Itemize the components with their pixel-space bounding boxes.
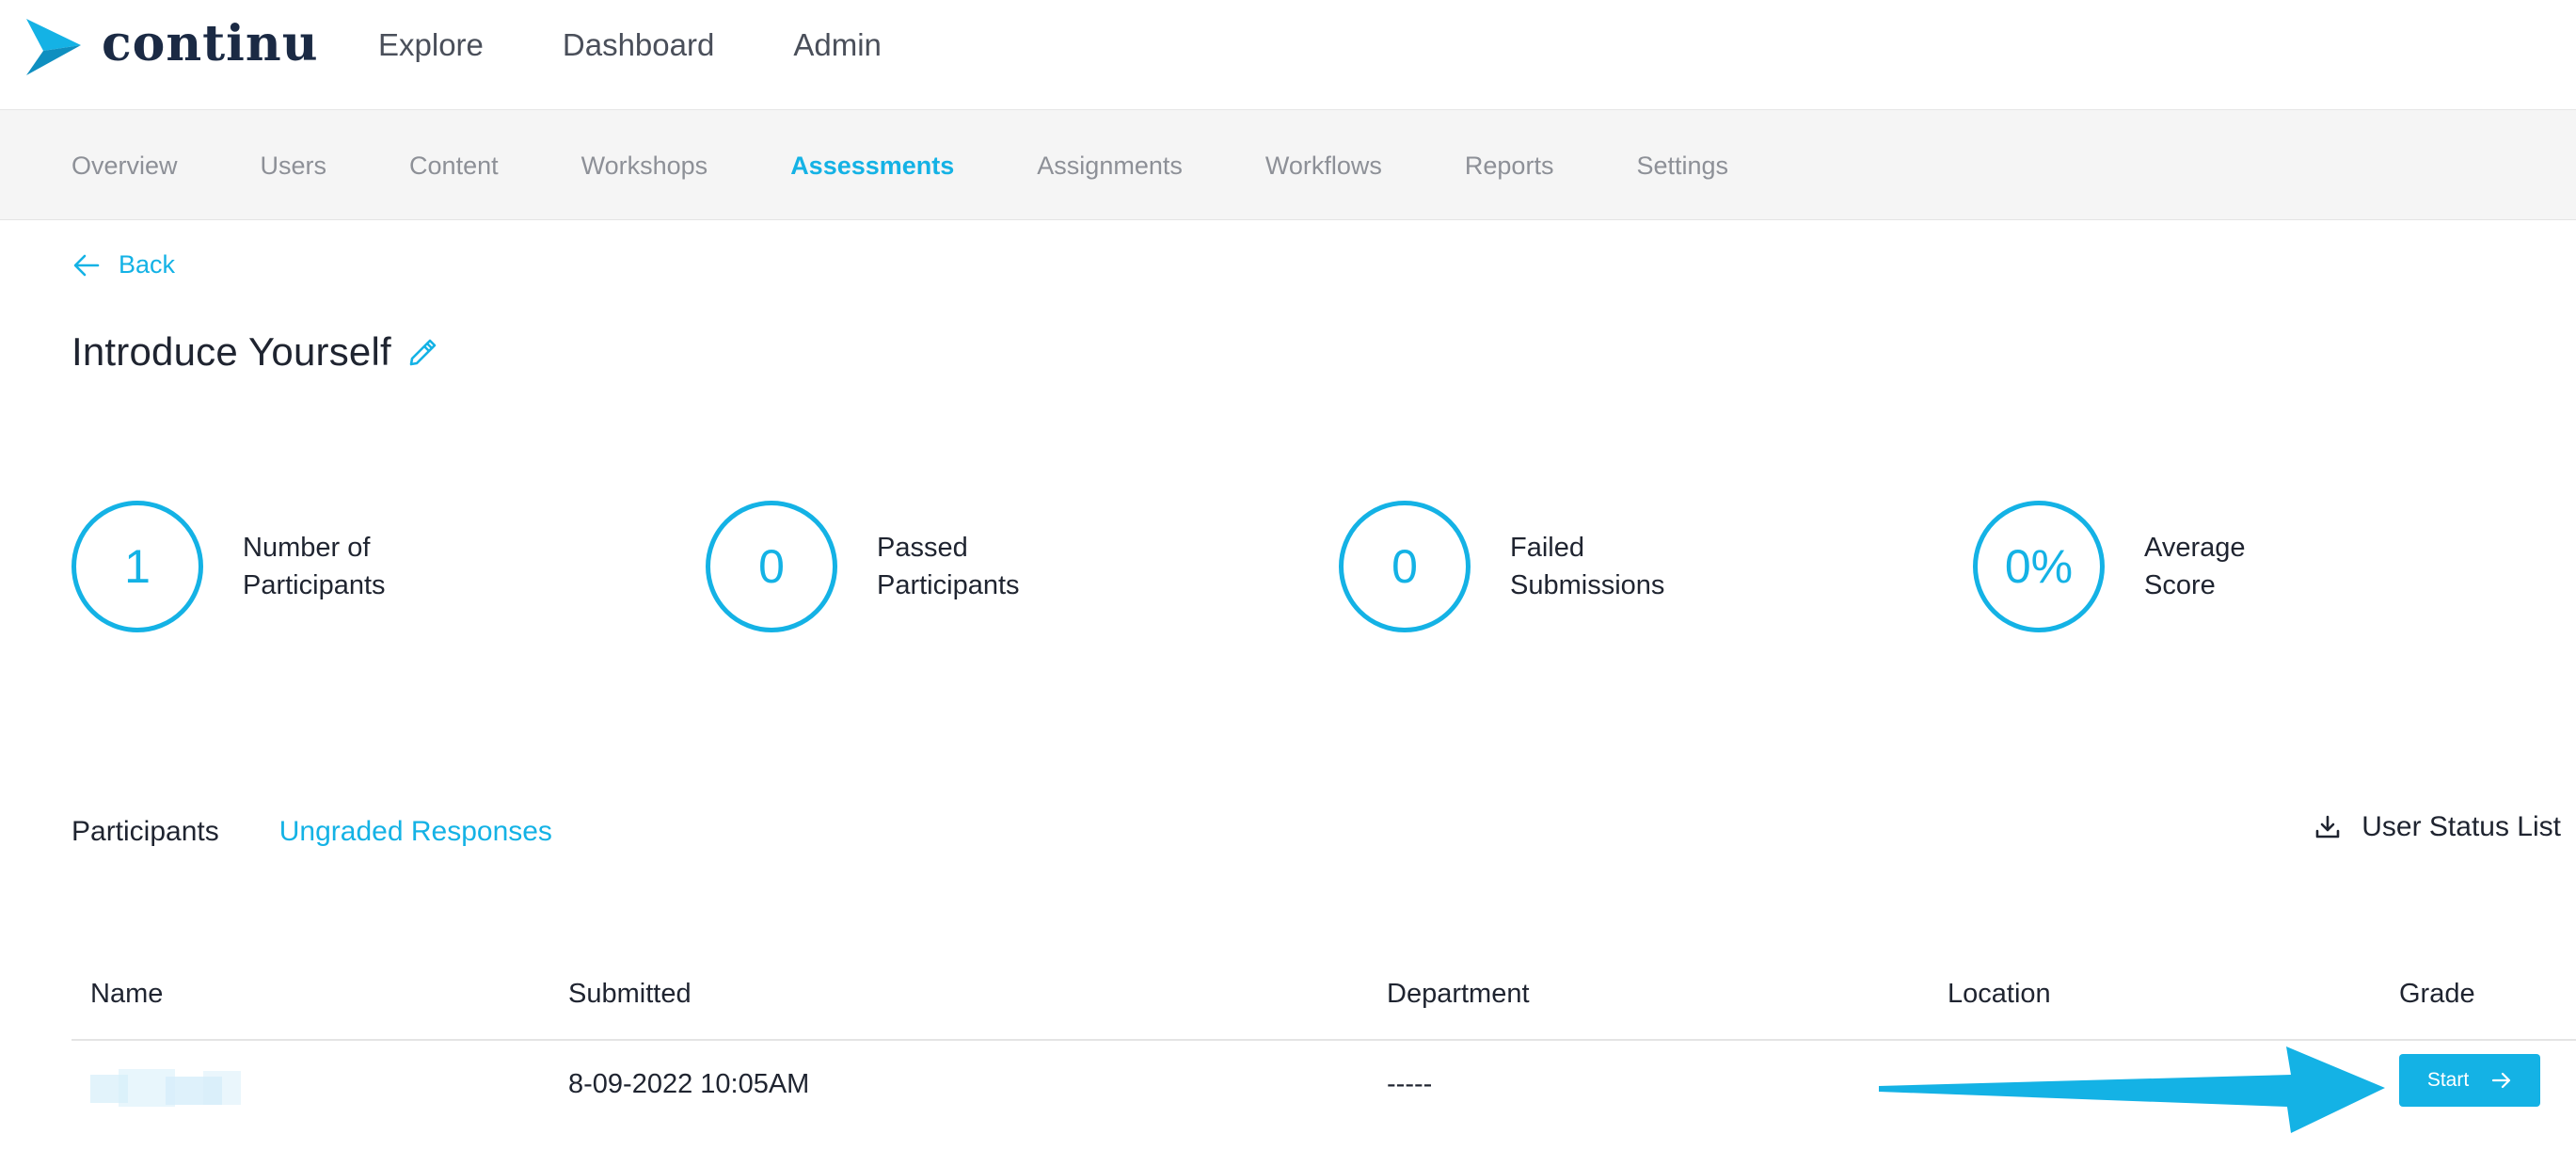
stat-label: Passed Participants <box>877 529 1084 604</box>
submitted-cell: 8-09-2022 10:05AM <box>568 1069 810 1099</box>
sub-nav-assessments[interactable]: Assessments <box>790 147 954 184</box>
top-nav-admin[interactable]: Admin <box>793 24 882 66</box>
column-header-submitted[interactable]: Submitted <box>568 979 692 1010</box>
back-link[interactable]: Back <box>73 250 175 280</box>
redacted-name[interactable] <box>90 1069 241 1109</box>
annotation-arrow-icon <box>1879 1046 2385 1133</box>
stat-participants: 1 Number of Participants <box>72 501 450 632</box>
sub-nav-workshops[interactable]: Workshops <box>581 147 708 184</box>
stat-label-line: Participants <box>243 570 386 600</box>
stat-label-line: Number of <box>243 533 371 563</box>
start-label: Start <box>2426 1069 2470 1091</box>
top-nav: Explore Dashboard Admin <box>378 24 961 66</box>
sub-nav-users[interactable]: Users <box>261 147 327 184</box>
top-nav-explore[interactable]: Explore <box>378 24 484 66</box>
download-icon <box>2315 815 2340 839</box>
title-row: Introduce Yourself <box>72 329 438 375</box>
logo-mark-icon <box>26 19 81 75</box>
stat-failed: 0 Failed Submissions <box>1339 501 1717 632</box>
column-header-department[interactable]: Department <box>1387 979 1530 1010</box>
admin-sub-nav: Overview Users Content Workshops Assessm… <box>0 110 2576 220</box>
tab-participants[interactable]: Participants <box>72 813 219 851</box>
arrow-right-icon <box>2492 1072 2511 1089</box>
user-status-list-button[interactable]: User Status List <box>2314 811 2561 843</box>
top-nav-dashboard[interactable]: Dashboard <box>563 24 714 66</box>
stat-value: 1 <box>72 501 203 632</box>
top-bar: continu Explore Dashboard Admin <box>0 0 2576 110</box>
response-tabs: Participants Ungraded Responses <box>72 813 612 851</box>
sub-nav-workflows[interactable]: Workflows <box>1265 147 1382 184</box>
back-label: Back <box>119 250 176 279</box>
stat-value: 0 <box>706 501 837 632</box>
stat-label-line: Score <box>2144 570 2216 600</box>
stat-label-line: Average <box>2144 533 2246 563</box>
sub-nav-overview[interactable]: Overview <box>72 147 178 184</box>
user-status-list-label: User Status List <box>2361 811 2561 842</box>
sub-nav-content[interactable]: Content <box>409 147 499 184</box>
sub-nav-settings[interactable]: Settings <box>1636 147 1728 184</box>
page-title: Introduce Yourself <box>72 329 391 374</box>
column-header-location[interactable]: Location <box>1948 979 2051 1010</box>
stat-label-line: Submissions <box>1510 570 1665 600</box>
stat-label: Number of Participants <box>243 529 450 604</box>
stat-average-score: 0% Average Score <box>1973 501 2351 632</box>
stat-label-line: Passed <box>877 533 968 563</box>
sub-nav-assignments[interactable]: Assignments <box>1037 147 1183 184</box>
stat-label-line: Participants <box>877 570 1020 600</box>
stat-label-line: Failed <box>1510 533 1584 563</box>
table-header: Name Submitted Department Location Grade <box>72 969 2576 1041</box>
stat-label: Failed Submissions <box>1510 529 1717 604</box>
column-header-grade: Grade <box>2399 979 2475 1009</box>
stat-passed: 0 Passed Participants <box>706 501 1084 632</box>
continu-logo[interactable]: continu <box>24 14 319 77</box>
stat-label: Average Score <box>2144 529 2351 604</box>
column-header-name[interactable]: Name <box>90 979 163 1010</box>
sub-nav-reports[interactable]: Reports <box>1465 147 1554 184</box>
pencil-icon[interactable] <box>406 336 438 368</box>
start-grading-button[interactable]: Start <box>2399 1054 2540 1107</box>
stat-value: 0 <box>1339 501 1471 632</box>
tab-ungraded-responses[interactable]: Ungraded Responses <box>279 813 552 851</box>
department-cell: ----- <box>1387 1069 1433 1099</box>
stat-value: 0% <box>1973 501 2105 632</box>
logo-wordmark: continu <box>102 14 319 72</box>
arrow-left-icon <box>73 254 100 276</box>
